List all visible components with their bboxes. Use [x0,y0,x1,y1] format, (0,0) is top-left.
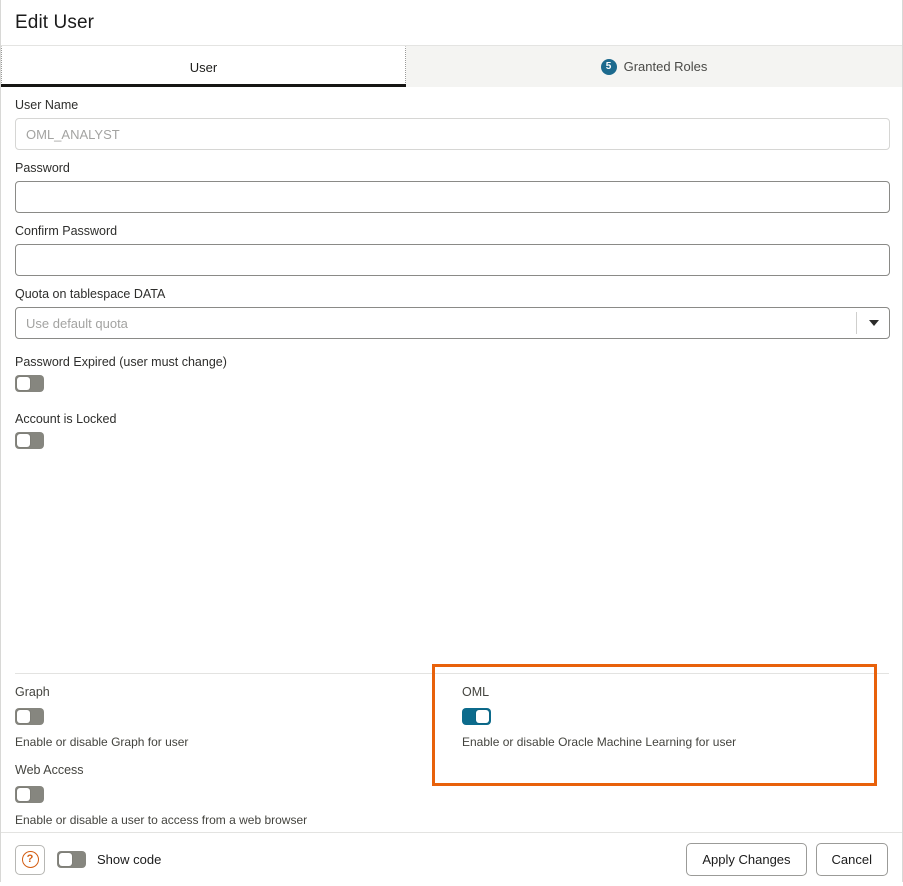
field-user-name: User Name [1,98,902,150]
tab-user[interactable]: User [1,46,406,87]
show-code-toggle[interactable] [57,851,86,868]
show-code-label: Show code [97,852,161,867]
quota-select-wrapper [15,307,890,339]
confirm-password-label: Confirm Password [15,224,888,238]
password-expired-label: Password Expired (user must change) [15,355,888,369]
toggle-knob [476,710,489,723]
user-name-label: User Name [15,98,888,112]
feature-graph: Graph Enable or disable Graph for user [15,681,425,749]
web-access-description: Enable or disable a user to access from … [15,813,307,827]
toggle-knob [17,434,30,447]
oml-toggle[interactable] [462,708,491,725]
help-icon: ? [22,851,39,868]
edit-user-dialog: Edit User User 5 Granted Roles User Name… [0,0,903,882]
web-access-toggle[interactable] [15,786,44,803]
help-button[interactable]: ? [15,845,45,875]
confirm-password-input[interactable] [15,244,890,276]
feature-web-access: Web Access Enable or disable a user to a… [15,763,307,827]
cancel-button[interactable]: Cancel [816,843,888,876]
dialog-titlebar: Edit User [1,0,902,46]
password-label: Password [15,161,888,175]
tab-user-label: User [190,60,217,75]
oml-label: OML [462,685,872,699]
toggle-knob [17,377,30,390]
tab-granted-roles[interactable]: 5 Granted Roles [406,46,902,87]
tab-bar: User 5 Granted Roles [1,46,902,87]
form-body: User Name Password Confirm Password Quot… [1,98,902,886]
feature-oml: OML Enable or disable Oracle Machine Lea… [462,681,872,749]
granted-roles-count-badge: 5 [601,59,617,75]
toggle-knob [17,710,30,723]
web-access-label: Web Access [15,763,307,777]
page-title: Edit User [15,12,94,34]
dialog-footer: ? Show code Apply Changes Cancel [1,832,902,886]
password-expired-toggle[interactable] [15,375,44,392]
apply-changes-button[interactable]: Apply Changes [686,843,806,876]
field-account-locked: Account is Locked [1,412,902,449]
field-password: Password [1,161,902,213]
user-name-input[interactable] [15,118,890,150]
field-password-expired: Password Expired (user must change) [1,355,902,392]
toggle-knob [17,788,30,801]
graph-toggle[interactable] [15,708,44,725]
account-locked-toggle[interactable] [15,432,44,449]
quota-input[interactable] [15,307,890,339]
quota-label: Quota on tablespace DATA [15,287,888,301]
oml-description: Enable or disable Oracle Machine Learnin… [462,735,872,749]
chevron-down-icon[interactable] [869,320,879,326]
quota-separator [856,312,857,334]
toggle-knob [59,853,72,866]
account-locked-label: Account is Locked [15,412,888,426]
field-confirm-password: Confirm Password [1,224,902,276]
graph-description: Enable or disable Graph for user [15,735,425,749]
tab-granted-roles-label: Granted Roles [624,59,708,74]
graph-label: Graph [15,685,425,699]
section-divider [15,673,889,674]
field-quota: Quota on tablespace DATA [1,287,902,339]
password-input[interactable] [15,181,890,213]
